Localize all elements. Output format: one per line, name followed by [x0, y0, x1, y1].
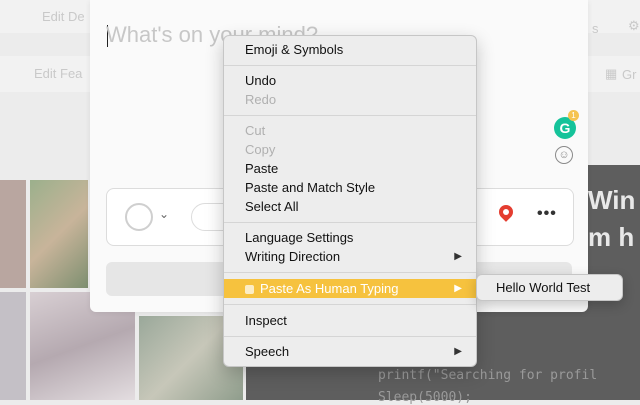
- menu-item-select-all[interactable]: Select All: [224, 197, 476, 216]
- location-pin-icon[interactable]: [496, 202, 516, 222]
- code-line: printf("Searching for profil: [378, 368, 598, 383]
- more-options-icon[interactable]: •••: [537, 205, 557, 223]
- menu-item-label: Writing Direction: [245, 249, 341, 264]
- panel-heading-line2: m h: [588, 222, 635, 252]
- menu-separator: [224, 304, 476, 305]
- menu-item-paste[interactable]: Paste: [224, 159, 476, 178]
- menu-item-copy: Copy: [245, 142, 276, 157]
- grid-icon: ▦: [605, 66, 618, 81]
- menu-item-undo[interactable]: Undo: [224, 71, 476, 90]
- menu-separator: [224, 272, 476, 273]
- menu-item-label: Paste As Human Typing: [260, 281, 399, 296]
- extension-icon: [245, 285, 254, 294]
- background-right-text: s: [592, 21, 599, 36]
- menu-item-label: Speech: [245, 344, 290, 359]
- menu-item-speech[interactable]: Speech ▶: [224, 342, 476, 361]
- code-line: Sleep(5000);: [378, 390, 472, 405]
- menu-item-paste-as-human-typing[interactable]: Paste As Human Typing ▶: [224, 279, 476, 298]
- photo-thumbnail: [0, 180, 26, 288]
- menu-item-paste-match-style[interactable]: Paste and Match Style: [224, 178, 476, 197]
- menu-separator: [224, 222, 476, 223]
- submenu-arrow-icon: ▶: [454, 251, 462, 262]
- background-gr-text: Gr: [622, 67, 637, 82]
- context-menu: Emoji & Symbols Undo Redo Cut Copy Paste…: [223, 35, 477, 367]
- menu-item-emoji-symbols[interactable]: Emoji & Symbols: [224, 40, 476, 59]
- menu-separator: [224, 115, 476, 116]
- menu-item-writing-direction[interactable]: Writing Direction ▶: [224, 247, 476, 266]
- audience-icon[interactable]: [125, 203, 153, 231]
- gear-icon: ⚙: [628, 18, 640, 33]
- menu-separator: [224, 336, 476, 337]
- menu-item-cut: Cut: [245, 123, 266, 138]
- background-edit-button: Edit De: [42, 9, 85, 24]
- emoji-icon[interactable]: ☺: [555, 146, 573, 164]
- menu-item-language-settings[interactable]: Language Settings: [224, 228, 476, 247]
- paste-human-typing-submenu: Hello World Test: [476, 274, 623, 301]
- chevron-down-icon[interactable]: ⌄: [159, 207, 169, 221]
- submenu-arrow-icon: ▶: [454, 346, 462, 357]
- panel-heading-line1: Win: [588, 185, 636, 215]
- menu-item-redo: Redo: [245, 92, 277, 107]
- photo-thumbnail: [0, 292, 26, 400]
- grammarly-badge: 1: [568, 110, 579, 121]
- submenu-arrow-icon: ▶: [454, 283, 462, 294]
- menu-item-inspect[interactable]: Inspect: [224, 311, 476, 330]
- menu-separator: [224, 65, 476, 66]
- submenu-item-hello-world-test[interactable]: Hello World Test: [477, 278, 622, 297]
- photo-thumbnail: [30, 180, 88, 288]
- background-edit-features: Edit Fea: [34, 66, 83, 81]
